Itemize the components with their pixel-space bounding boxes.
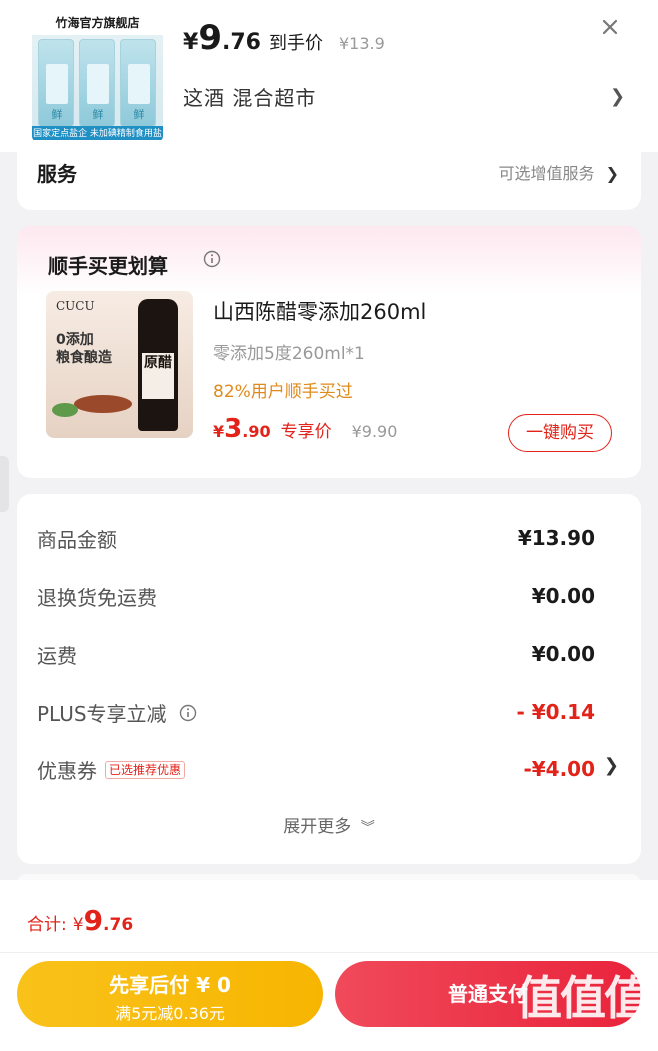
coupon-tag: 已选推荐优惠: [105, 760, 186, 779]
info-icon[interactable]: [203, 250, 221, 268]
salt-pack-image: 鲜: [79, 39, 115, 127]
side-drag-handle[interactable]: [0, 456, 9, 512]
chevron-down-icon: ︾: [360, 820, 375, 836]
addon-image-slogan: 0添加 粮食酿造: [56, 332, 112, 366]
product-header: 竹海官方旗舰店 鲜 鲜 鲜 国家定点盐企 未加碘精制食用盐 ¥ 9 .76 到手…: [0, 0, 658, 152]
addon-product-spec: 零添加5度260ml*1: [213, 344, 365, 364]
service-row[interactable]: 服务 可选增值服务 ❯: [17, 140, 641, 210]
info-icon[interactable]: [179, 704, 197, 722]
total-price: 合计: ¥ 9 .76: [27, 904, 134, 937]
service-value: 可选增值服务 ❯: [498, 164, 619, 183]
addon-product-name[interactable]: 山西陈醋零添加260ml: [213, 296, 426, 326]
final-price: ¥ 9 .76 到手价 ¥13.9: [183, 18, 385, 58]
addon-original-price: ¥9.90: [351, 422, 398, 441]
product-attributes[interactable]: 这酒 混合超市: [183, 82, 316, 111]
close-icon[interactable]: [599, 16, 621, 38]
salt-pack-image: 鲜: [38, 39, 74, 127]
chevron-right-icon[interactable]: ❯: [604, 755, 619, 776]
original-price: ¥13.9: [338, 34, 385, 53]
addon-price-label: 专享价: [280, 422, 332, 442]
summary-row-plus-discount: PLUS专享立减 - ¥0.14: [37, 700, 595, 726]
order-summary: 商品金额 ¥13.90 退换货免运费 ¥0.00 运费 ¥0.00 PLUS专享…: [17, 494, 641, 864]
chevron-right-icon[interactable]: ❯: [610, 86, 625, 107]
expand-more-link[interactable]: 展开更多 ︾: [17, 812, 641, 837]
addon-image-brand: CUCU: [56, 299, 95, 313]
summary-row-goods-amount: 商品金额 ¥13.90: [37, 526, 595, 552]
thumbnail-store-name: 竹海官方旗舰店: [32, 11, 163, 35]
addon-bought-stat: 82%用户顺手买过: [213, 382, 353, 402]
summary-row-coupon[interactable]: 优惠券 已选推荐优惠 -¥4.00 ❯: [37, 755, 619, 785]
one-click-buy-button[interactable]: 一键购买: [508, 414, 612, 452]
salt-pack-image: 鲜: [120, 39, 156, 127]
product-thumbnail[interactable]: 竹海官方旗舰店 鲜 鲜 鲜 国家定点盐企 未加碘精制食用盐: [32, 11, 163, 142]
addon-price: ¥ 3 .90 专享价 ¥9.90: [213, 414, 398, 444]
watermark: 值值值 zhizhizhi.com: [516, 971, 650, 1044]
divider: [0, 952, 658, 953]
summary-row-shipping: 运费 ¥0.00: [37, 642, 595, 668]
chevron-right-icon: ❯: [605, 164, 619, 183]
addon-title: 顺手买更划算: [48, 254, 168, 278]
vinegar-bottle-image: 原醋: [138, 299, 178, 431]
service-title: 服务: [37, 162, 77, 186]
summary-row-return-shipping: 退换货免运费 ¥0.00: [37, 584, 595, 610]
pay-later-button[interactable]: 先享后付 ¥ 0 满5元减0.36元: [17, 961, 323, 1027]
addon-product-image[interactable]: CUCU 0添加 粮食酿造 原醋: [46, 291, 193, 438]
addon-card: 顺手买更划算 CUCU 0添加 粮食酿造 原醋 山西陈醋零添加260ml 零添加…: [17, 226, 641, 478]
final-price-label: 到手价: [268, 33, 323, 54]
